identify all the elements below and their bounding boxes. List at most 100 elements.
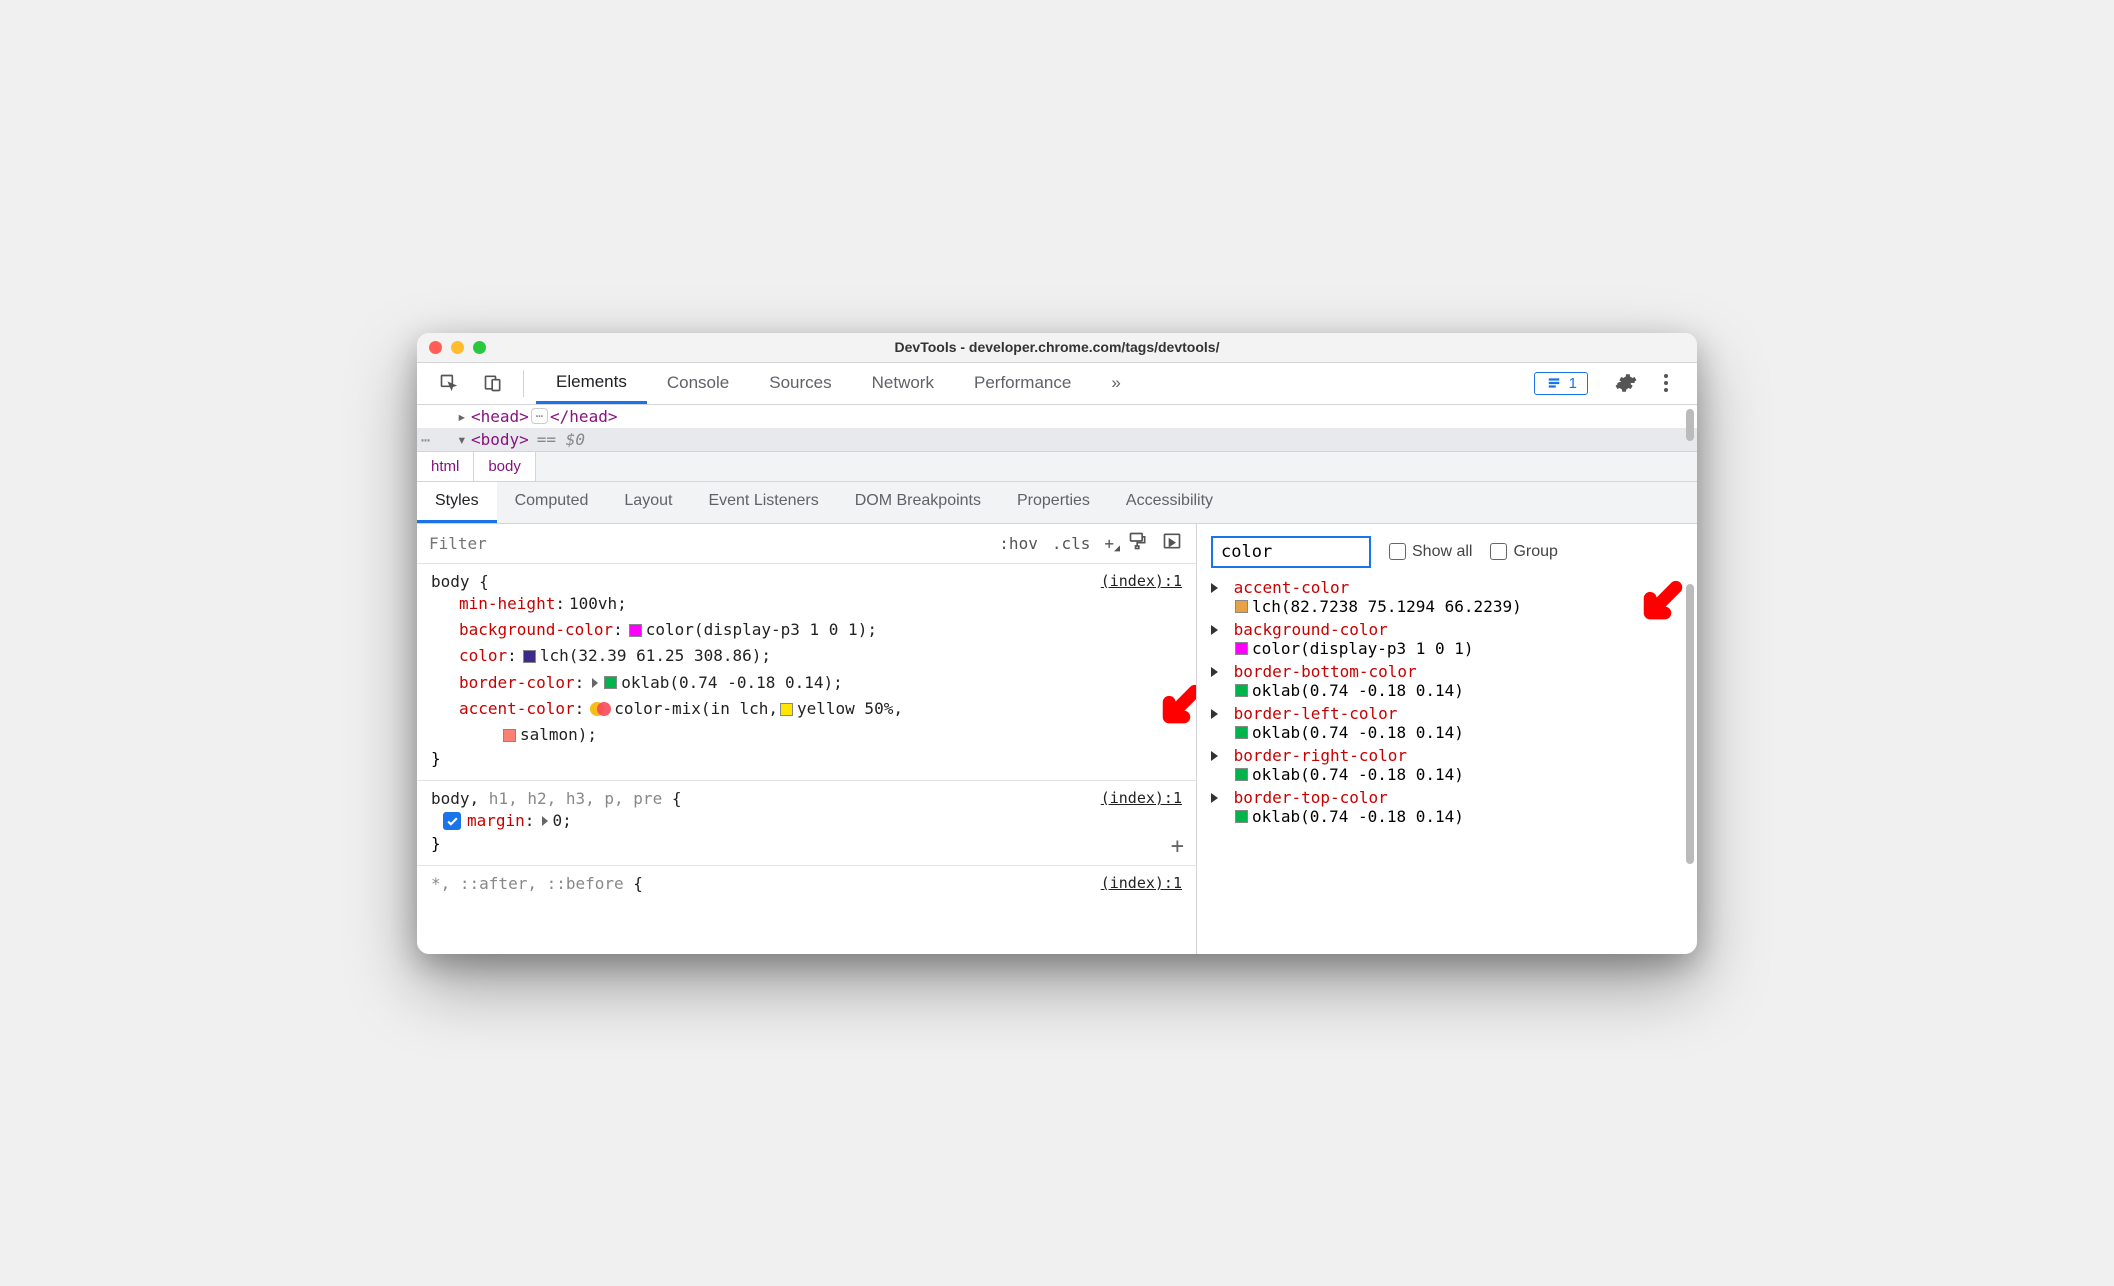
panels: :hov .cls +◢ body { ( [417, 524, 1697, 954]
titlebar: DevTools - developer.chrome.com/tags/dev… [417, 333, 1697, 363]
color-mix-swatch[interactable] [590, 703, 610, 716]
render-icon[interactable] [1162, 531, 1182, 555]
color-swatch[interactable] [1235, 684, 1248, 697]
dom-tag: </head> [550, 407, 617, 426]
color-swatch[interactable] [1235, 642, 1248, 655]
declaration[interactable]: margin: 0; [431, 808, 1182, 834]
main-tabs: Elements Console Sources Network Perform… [536, 363, 1526, 404]
more-menu-icon[interactable] [1649, 373, 1683, 393]
subtab-event-listeners[interactable]: Event Listeners [690, 482, 836, 523]
computed-row[interactable]: border-right-color oklab(0.74 -0.18 0.14… [1211, 744, 1683, 786]
computed-row[interactable]: border-bottom-color oklab(0.74 -0.18 0.1… [1211, 660, 1683, 702]
expand-icon[interactable] [1211, 709, 1218, 719]
annotation-arrow-icon [1641, 580, 1685, 624]
tab-network[interactable]: Network [852, 363, 954, 404]
color-swatch[interactable] [1235, 810, 1248, 823]
issues-button[interactable]: 1 [1534, 372, 1588, 395]
scrollbar[interactable] [1686, 409, 1694, 441]
main-toolbar: Elements Console Sources Network Perform… [417, 363, 1697, 405]
paint-icon[interactable] [1128, 531, 1148, 555]
rule-selector[interactable]: body { [431, 572, 489, 591]
hov-button[interactable]: :hov [999, 534, 1038, 553]
close-window-button[interactable] [429, 341, 442, 354]
maximize-window-button[interactable] [473, 341, 486, 354]
minimize-window-button[interactable] [451, 341, 464, 354]
settings-icon[interactable] [1609, 372, 1643, 394]
subtab-computed[interactable]: Computed [497, 482, 607, 523]
declaration-continuation[interactable]: salmon); [431, 722, 1182, 748]
collapsed-icon[interactable]: ⋯ [531, 408, 548, 424]
tab-elements[interactable]: Elements [536, 363, 647, 404]
declaration[interactable]: accent-color: color-mix(in lch, yellow 5… [431, 696, 1182, 722]
styles-filter-input[interactable] [417, 534, 985, 553]
color-swatch[interactable] [1235, 768, 1248, 781]
device-toggle-icon[interactable] [475, 363, 511, 404]
subtab-accessibility[interactable]: Accessibility [1108, 482, 1231, 523]
computed-filter-bar: Show all Group [1197, 524, 1697, 576]
breadcrumb-item[interactable]: body [474, 452, 536, 481]
color-swatch[interactable] [629, 624, 642, 637]
source-link[interactable]: (index):1 [1101, 572, 1182, 591]
rule-close: } [431, 834, 1182, 853]
expand-icon[interactable] [1211, 793, 1218, 803]
dom-node-body[interactable]: ▾ <body> == $0 [417, 428, 1697, 451]
new-rule-icon[interactable]: +◢ [1104, 534, 1114, 553]
declaration[interactable]: border-color: oklab(0.74 -0.18 0.14); [431, 670, 1182, 696]
expand-icon[interactable] [592, 678, 598, 688]
cls-button[interactable]: .cls [1052, 534, 1091, 553]
expand-icon[interactable] [1211, 625, 1218, 635]
source-link[interactable]: (index):1 [1101, 874, 1182, 893]
css-rule: body, h1, h2, h3, p, pre { (index):1 mar… [417, 781, 1196, 866]
styles-body: body { (index):1 min-height: 100vh; back… [417, 564, 1196, 954]
window-title: DevTools - developer.chrome.com/tags/dev… [417, 339, 1697, 355]
expand-icon[interactable] [1211, 583, 1218, 593]
breadcrumb-item[interactable]: html [417, 452, 474, 481]
devtools-window: DevTools - developer.chrome.com/tags/dev… [417, 333, 1697, 954]
computed-panel: Show all Group accent-color lch(82.7238 … [1197, 524, 1697, 954]
color-swatch[interactable] [604, 676, 617, 689]
declaration[interactable]: background-color: color(display-p3 1 0 1… [431, 617, 1182, 643]
declaration[interactable]: min-height: 100vh; [431, 591, 1182, 617]
expand-icon[interactable] [1211, 667, 1218, 677]
separator [523, 370, 524, 397]
tab-console[interactable]: Console [647, 363, 749, 404]
show-all-checkbox[interactable]: Show all [1389, 543, 1472, 561]
color-swatch[interactable] [523, 650, 536, 663]
dom-dollar-ref: == $0 [537, 430, 585, 449]
source-link[interactable]: (index):1 [1101, 789, 1182, 808]
dom-gutter-menu[interactable]: ⋯ [417, 429, 434, 451]
css-rule: *, ::after, ::before { (index):1 [417, 866, 1196, 905]
breadcrumb: html body [417, 451, 1697, 481]
dom-tag: <head> [471, 407, 529, 426]
rule-selector[interactable]: *, ::after, ::before { [431, 874, 643, 893]
dom-node-head[interactable]: ▸ <head> ⋯ </head> [417, 405, 1697, 428]
color-swatch[interactable] [1235, 600, 1248, 613]
declaration-checkbox[interactable] [443, 812, 461, 830]
styles-panel: :hov .cls +◢ body { ( [417, 524, 1197, 954]
color-swatch[interactable] [780, 703, 793, 716]
declaration[interactable]: color: lch(32.39 61.25 308.86); [431, 643, 1182, 669]
computed-row[interactable]: background-color color(display-p3 1 0 1) [1211, 618, 1683, 660]
subtab-dom-breakpoints[interactable]: DOM Breakpoints [837, 482, 999, 523]
computed-row[interactable]: accent-color lch(82.7238 75.1294 66.2239… [1211, 576, 1683, 618]
css-rule: body { (index):1 min-height: 100vh; back… [417, 564, 1196, 781]
expand-icon[interactable] [1211, 751, 1218, 761]
scrollbar[interactable] [1686, 584, 1694, 864]
color-swatch[interactable] [1235, 726, 1248, 739]
group-checkbox[interactable]: Group [1490, 543, 1557, 561]
rule-selector[interactable]: body, h1, h2, h3, p, pre { [431, 789, 681, 808]
subtab-layout[interactable]: Layout [606, 482, 690, 523]
inspect-element-icon[interactable] [431, 363, 467, 404]
expand-icon[interactable] [542, 816, 548, 826]
tab-sources[interactable]: Sources [749, 363, 851, 404]
subtab-properties[interactable]: Properties [999, 482, 1108, 523]
subtab-styles[interactable]: Styles [417, 482, 497, 523]
tab-performance[interactable]: Performance [954, 363, 1091, 404]
computed-row[interactable]: border-left-color oklab(0.74 -0.18 0.14) [1211, 702, 1683, 744]
computed-filter-input[interactable] [1211, 536, 1371, 568]
add-rule-icon[interactable]: + [1171, 834, 1184, 859]
rule-close: } [431, 749, 1182, 768]
tabs-overflow-icon[interactable]: » [1091, 363, 1140, 404]
computed-row[interactable]: border-top-color oklab(0.74 -0.18 0.14) [1211, 786, 1683, 828]
color-swatch[interactable] [503, 729, 516, 742]
